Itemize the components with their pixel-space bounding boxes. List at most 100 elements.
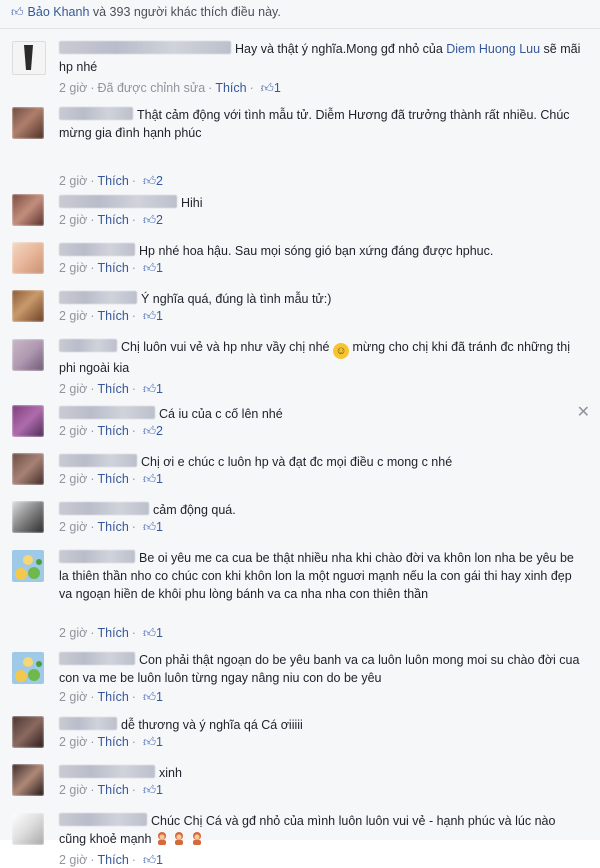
thumbs-up-icon[interactable]: 👍︎ [143, 735, 156, 749]
comment-time[interactable]: 2 giờ [59, 174, 87, 188]
avatar[interactable] [12, 813, 44, 845]
comment-time[interactable]: 2 giờ [59, 520, 87, 534]
like-count[interactable]: 2 [156, 213, 163, 227]
like-link[interactable]: Thích [98, 213, 129, 227]
comment-time[interactable]: 2 giờ [59, 261, 87, 275]
comment-meta: 2 giờ · Thích · 👍︎1 [59, 309, 163, 323]
like-count[interactable]: 1 [156, 472, 163, 486]
comment-meta: 2 giờ · Thích · 👍︎1 [59, 382, 163, 396]
avatar[interactable] [12, 194, 44, 226]
comment-time[interactable]: 2 giờ [59, 309, 87, 323]
like-link[interactable]: Thích [98, 424, 129, 438]
comment-text: Hihi [181, 196, 203, 210]
comment-time[interactable]: 2 giờ [59, 783, 87, 797]
avatar[interactable] [12, 652, 44, 684]
like-link[interactable]: Thích [98, 261, 129, 275]
comment-text: Hp nhé hoa hậu. Sau mọi sóng gió bạn xứn… [139, 244, 494, 258]
thumbs-up-icon[interactable]: 👍︎ [143, 261, 156, 275]
thumbs-up-icon[interactable]: 👍︎ [143, 309, 156, 323]
like-count[interactable]: 1 [156, 690, 163, 704]
comment-time[interactable]: 2 giờ [59, 735, 87, 749]
commenter-name[interactable] [59, 502, 149, 515]
edited-label[interactable]: Đã được chỉnh sửa [98, 81, 206, 95]
mention-link[interactable]: Diem Huong Luu [446, 42, 540, 56]
like-count[interactable]: 1 [156, 382, 163, 396]
commenter-name[interactable] [59, 195, 177, 208]
commenter-name[interactable] [59, 243, 135, 256]
commenter-name[interactable] [59, 339, 117, 352]
likes-summary-text: và 393 người khác thích điều này. [89, 5, 281, 19]
comment-list: Hay và thật ý nghĩa.Mong gđ nhỏ của Diem… [0, 29, 600, 867]
commenter-name[interactable] [59, 41, 231, 54]
commenter-name[interactable] [59, 406, 155, 419]
avatar[interactable] [12, 290, 44, 322]
commenter-name[interactable] [59, 813, 147, 826]
commenter-name[interactable] [59, 454, 137, 467]
like-link[interactable]: Thích [98, 520, 129, 534]
avatar[interactable] [12, 550, 44, 582]
girl-emoji-icon [192, 832, 201, 845]
like-link[interactable]: Thích [215, 81, 246, 95]
avatar[interactable] [12, 764, 44, 796]
commenter-name[interactable] [59, 107, 133, 120]
avatar[interactable] [12, 405, 44, 437]
like-count[interactable]: 2 [156, 174, 163, 188]
avatar[interactable] [12, 339, 44, 371]
avatar[interactable] [12, 716, 44, 748]
commenter-name[interactable] [59, 550, 135, 563]
like-count[interactable]: 1 [156, 783, 163, 797]
commenter-name[interactable] [59, 291, 137, 304]
like-count[interactable]: 1 [156, 626, 163, 640]
like-count[interactable]: 1 [274, 81, 281, 95]
thumbs-up-icon[interactable]: 👍︎ [261, 81, 274, 95]
thumbs-up-icon[interactable]: 👍︎ [143, 472, 156, 486]
like-count[interactable]: 1 [156, 853, 163, 867]
thumbs-up-icon[interactable]: 👍︎ [143, 424, 156, 438]
commenter-name[interactable] [59, 652, 135, 665]
commenter-name[interactable] [59, 717, 117, 730]
like-link[interactable]: Thích [98, 174, 129, 188]
like-count[interactable]: 2 [156, 424, 163, 438]
comment-text: Thật cảm động với tình mẫu tử. Diễm Hươn… [59, 108, 570, 140]
like-count[interactable]: 1 [156, 261, 163, 275]
avatar[interactable] [12, 107, 44, 139]
comment-time[interactable]: 2 giờ [59, 853, 87, 867]
thumbs-up-icon[interactable]: 👍︎ [143, 626, 156, 640]
comment-text: Con phải thật ngoạn do be yêu banh va ca… [59, 653, 580, 685]
avatar[interactable] [12, 501, 44, 533]
like-count[interactable]: 1 [156, 520, 163, 534]
avatar[interactable] [12, 41, 46, 75]
like-link[interactable]: Thích [98, 783, 129, 797]
liker-link[interactable]: Bảo Khanh [28, 5, 90, 19]
like-link[interactable]: Thích [98, 626, 129, 640]
thumbs-up-icon[interactable]: 👍︎ [143, 520, 156, 534]
like-link[interactable]: Thích [98, 472, 129, 486]
comment-time[interactable]: 2 giờ [59, 626, 87, 640]
thumbs-up-icon[interactable]: 👍︎ [143, 783, 156, 797]
comment-time[interactable]: 2 giờ [59, 213, 87, 227]
likes-summary: 👍︎ Bảo Khanh và 393 người khác thích điều… [0, 0, 600, 29]
comment-time[interactable]: 2 giờ [59, 382, 87, 396]
comment-meta: 2 giờ · Thích · 👍︎1 [59, 261, 163, 275]
commenter-name[interactable] [59, 765, 155, 778]
comment-time[interactable]: 2 giờ [59, 472, 87, 486]
comment-meta: 2 giờ · Đã được chỉnh sửa · Thích · 👍︎1 [59, 81, 281, 95]
like-count[interactable]: 1 [156, 735, 163, 749]
like-link[interactable]: Thích [98, 853, 129, 867]
thumbs-up-icon[interactable]: 👍︎ [143, 853, 156, 867]
like-count[interactable]: 1 [156, 309, 163, 323]
thumbs-up-icon[interactable]: 👍︎ [143, 690, 156, 704]
thumbs-up-icon[interactable]: 👍︎ [143, 382, 156, 396]
avatar[interactable] [12, 453, 44, 485]
like-link[interactable]: Thích [98, 735, 129, 749]
like-link[interactable]: Thích [98, 309, 129, 323]
avatar[interactable] [12, 242, 44, 274]
comment-time[interactable]: 2 giờ [59, 424, 87, 438]
comment-time[interactable]: 2 giờ [59, 81, 87, 95]
thumbs-up-icon: 👍︎ [11, 5, 24, 19]
like-link[interactable]: Thích [98, 382, 129, 396]
thumbs-up-icon[interactable]: 👍︎ [143, 174, 156, 188]
thumbs-up-icon[interactable]: 👍︎ [143, 213, 156, 227]
comment-time[interactable]: 2 giờ [59, 690, 87, 704]
like-link[interactable]: Thích [98, 690, 129, 704]
